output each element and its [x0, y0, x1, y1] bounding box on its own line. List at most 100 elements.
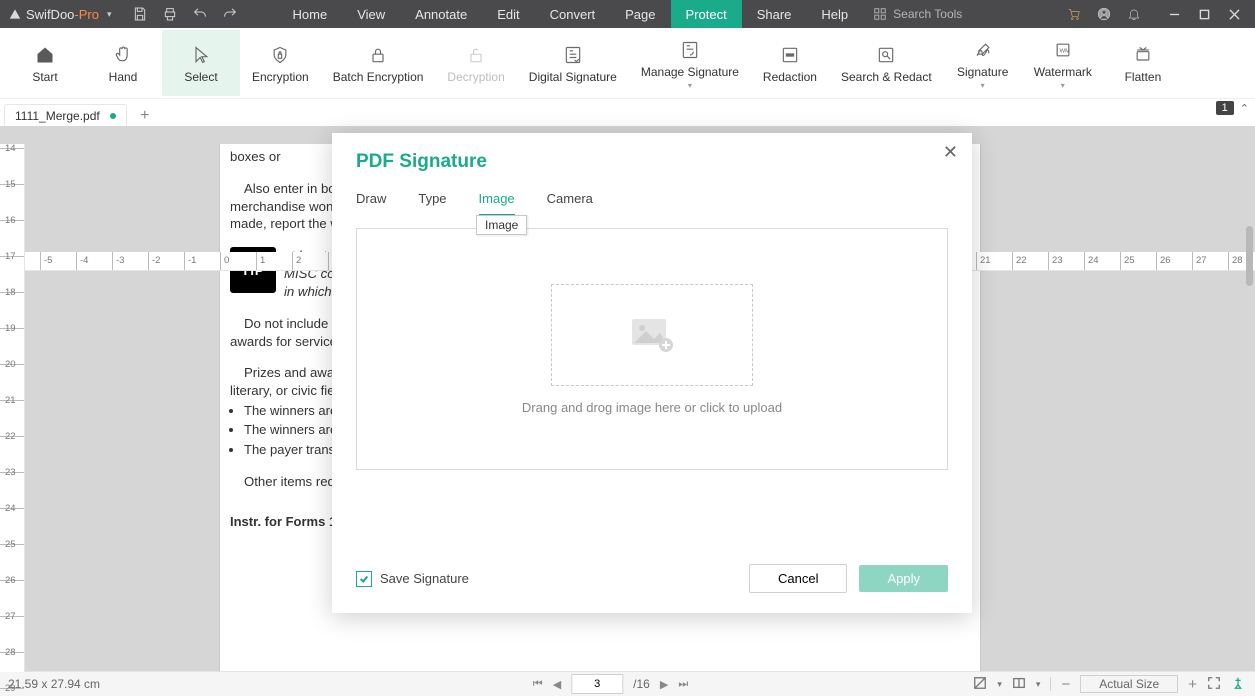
ribbon-start-button[interactable]: Start — [6, 30, 84, 96]
menu-item-edit[interactable]: Edit — [482, 0, 534, 28]
menu-item-home[interactable]: Home — [278, 0, 343, 28]
ribbon-label: Encryption — [252, 70, 309, 84]
dialog-title: PDF Signature — [356, 151, 948, 173]
ribbon-watermark-button[interactable]: WMWatermark▾ — [1022, 30, 1104, 96]
redo-icon[interactable] — [222, 6, 238, 22]
ribbon-label: Signature — [957, 65, 1008, 79]
menu-item-view[interactable]: View — [342, 0, 400, 28]
read-mode-icon[interactable] — [1012, 676, 1026, 693]
ribbon-encryption-button[interactable]: Encryption — [240, 30, 321, 96]
page-thumbnail-indicator[interactable]: 1 — [1216, 101, 1234, 115]
grid-icon — [873, 7, 887, 21]
ribbon-label: Flatten — [1125, 70, 1162, 84]
apply-button[interactable]: Apply — [859, 565, 948, 592]
cart-icon[interactable] — [1059, 0, 1089, 28]
dropzone-inner[interactable] — [551, 284, 753, 386]
ribbon-batch-encryption-button[interactable]: Batch Encryption — [321, 30, 436, 96]
status-right: ▾ ▾ − Actual Size + — [973, 675, 1255, 693]
scrollbar-thumb[interactable] — [1246, 226, 1253, 286]
home-icon — [34, 44, 56, 66]
ribbon-signature-button[interactable]: Signature ▾ — [944, 30, 1022, 96]
brand-dropdown-icon[interactable]: ▾ — [107, 9, 112, 20]
dropzone-caption: Drang and drog image here or click to up… — [522, 400, 782, 415]
ribbon-label: Decryption — [447, 70, 504, 84]
titlebar-right-icons — [1059, 0, 1149, 28]
signature-tab-image[interactable]: Image — [479, 191, 515, 216]
zoom-out-button[interactable]: − — [1061, 676, 1070, 693]
chevron-up-icon[interactable]: ⌃ — [1240, 102, 1249, 115]
menu-item-share[interactable]: Share — [742, 0, 807, 28]
signature-tab-draw[interactable]: Draw — [356, 191, 386, 216]
titlebar: SwifDoo-Pro ▾ HomeViewAnnotateEditConver… — [0, 0, 1255, 28]
hand-icon — [112, 44, 134, 66]
save-icon[interactable] — [132, 6, 148, 22]
image-add-icon — [628, 315, 676, 355]
view-dropdown-icon[interactable]: ▾ — [997, 679, 1002, 690]
document-tab-label: 1111_Merge.pdf — [15, 109, 100, 123]
menu-item-help[interactable]: Help — [806, 0, 863, 28]
ribbon-flatten-button[interactable]: Flatten — [1104, 30, 1182, 96]
pin-icon[interactable] — [1231, 676, 1245, 693]
zoom-in-button[interactable]: + — [1188, 676, 1197, 693]
window-controls — [1159, 0, 1249, 28]
dsig-icon — [562, 44, 584, 66]
page-navigation: ⏮ ◀ /16 ▶ ⏭ — [533, 674, 722, 694]
tab-tooltip: Image — [476, 215, 527, 235]
print-icon[interactable] — [162, 6, 178, 22]
ribbon-label: Start — [32, 70, 57, 84]
ribbon-digital-signature-button[interactable]: Digital Signature — [517, 30, 629, 96]
ribbon-label: Select — [184, 70, 217, 84]
modified-indicator-icon — [110, 113, 116, 119]
first-page-button[interactable]: ⏮ — [533, 678, 543, 691]
document-tab[interactable]: 1111_Merge.pdf — [4, 104, 127, 127]
signature-image-drop-area[interactable]: Drang and drog image here or click to up… — [356, 228, 948, 470]
pdf-signature-dialog: ✕ PDF Signature Draw Type Image Camera Imag… — [332, 133, 972, 613]
ribbon-select-button[interactable]: Select — [162, 30, 240, 96]
menu-item-protect[interactable]: Protect — [671, 0, 742, 28]
svg-text:WM: WM — [1059, 49, 1070, 55]
chevron-down-icon: ▾ — [688, 83, 692, 89]
last-page-button[interactable]: ⏭ — [678, 678, 688, 691]
read-dropdown-icon[interactable]: ▾ — [1036, 679, 1041, 690]
bell-icon[interactable] — [1119, 0, 1149, 28]
ribbon-toolbar: Start Hand Select Encryption Batch Encryptio… — [0, 28, 1255, 99]
window-close-button[interactable] — [1219, 0, 1249, 28]
current-page-input[interactable] — [571, 674, 623, 694]
shield-icon — [269, 44, 291, 66]
ribbon-label: Manage Signature — [641, 65, 739, 79]
ribbon-label: Batch Encryption — [333, 70, 424, 84]
ribbon-manage-signature-button[interactable]: Manage Signature ▾ — [629, 30, 751, 96]
signature-tab-type[interactable]: Type — [418, 191, 446, 216]
fullscreen-icon[interactable] — [1207, 676, 1221, 693]
search-tools[interactable]: Search Tools — [873, 7, 962, 21]
window-maximize-button[interactable] — [1189, 0, 1219, 28]
ribbon-search-redact-button[interactable]: Search & Redact — [829, 30, 944, 96]
dialog-tabs: Draw Type Image Camera — [356, 191, 948, 216]
next-page-button[interactable]: ▶ — [660, 678, 668, 691]
ribbon-label: Search & Redact — [841, 70, 932, 84]
window-minimize-button[interactable] — [1159, 0, 1189, 28]
new-tab-button[interactable]: + — [133, 105, 157, 127]
menu-item-convert[interactable]: Convert — [535, 0, 611, 28]
menu-item-annotate[interactable]: Annotate — [400, 0, 482, 28]
vertical-ruler: 14151617181920212223242526272829 — [0, 144, 25, 672]
chevron-down-icon: ▾ — [981, 83, 985, 89]
dialog-close-button[interactable]: ✕ — [943, 143, 958, 161]
zoom-level-select[interactable]: Actual Size — [1080, 675, 1178, 693]
chevron-down-icon: ▾ — [1061, 83, 1065, 89]
ribbon-redaction-button[interactable]: Redaction — [751, 30, 829, 96]
app-brand[interactable]: SwifDoo-Pro ▾ — [0, 0, 120, 28]
prev-page-button[interactable]: ◀ — [553, 678, 561, 691]
sredact-icon — [875, 44, 897, 66]
save-signature-checkbox[interactable] — [356, 571, 372, 587]
ribbon-hand-button[interactable]: Hand — [84, 30, 162, 96]
swifdoo-logo-icon — [8, 7, 22, 21]
user-account-icon[interactable] — [1089, 0, 1119, 28]
menu-item-page[interactable]: Page — [610, 0, 670, 28]
signature-tab-camera[interactable]: Camera — [547, 191, 593, 216]
status-bar: 21.59 x 27.94 cm ⏮ ◀ /16 ▶ ⏭ ▾ ▾ − Actua… — [0, 671, 1255, 696]
undo-icon[interactable] — [192, 6, 208, 22]
check-icon — [359, 574, 369, 584]
page-layout-icon[interactable] — [973, 676, 987, 693]
cancel-button[interactable]: Cancel — [749, 564, 847, 593]
